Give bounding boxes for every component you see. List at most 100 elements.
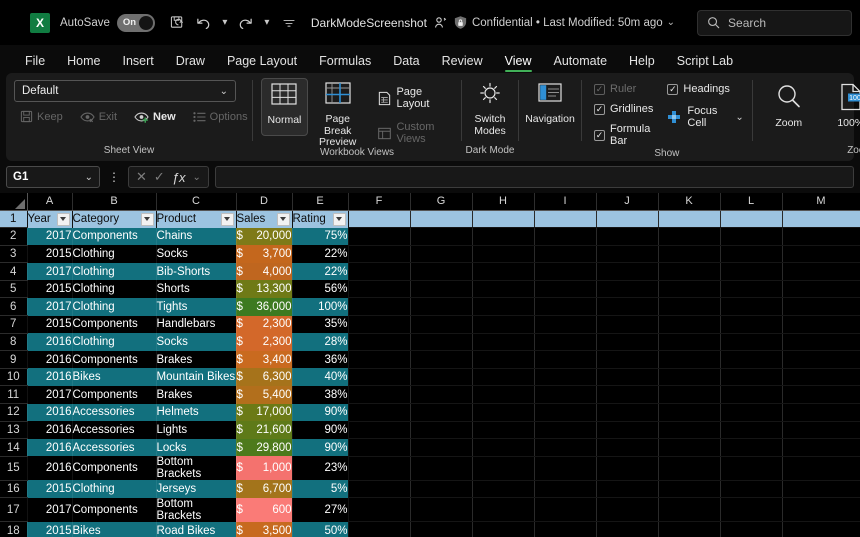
column-header-b[interactable]: B (72, 193, 157, 211)
cell-empty[interactable] (782, 315, 860, 334)
cell-empty[interactable] (472, 333, 535, 352)
cell-empty[interactable] (410, 497, 473, 523)
table-row[interactable]: 15 2016 Components Bottom Brackets $1,000 23% (0, 456, 860, 481)
customize-quick-access-icon[interactable] (281, 10, 297, 36)
cell-category[interactable]: Bikes (72, 521, 157, 537)
cell-sales[interactable]: $600 (236, 497, 293, 522)
cell-empty[interactable] (720, 280, 783, 299)
cell-empty[interactable] (348, 350, 411, 369)
keep-button[interactable]: Keep (16, 108, 67, 125)
cell-empty[interactable] (348, 521, 411, 537)
cell-empty[interactable] (348, 497, 411, 523)
cell-empty[interactable] (658, 245, 721, 264)
cell-empty[interactable] (596, 438, 659, 457)
cell-empty[interactable] (720, 403, 783, 422)
zoom-button[interactable]: Zoom (761, 80, 817, 138)
cell-empty[interactable] (348, 227, 411, 246)
cell-empty[interactable] (348, 368, 411, 387)
cell-sales[interactable]: $6,300 (236, 368, 293, 386)
cell-rating[interactable]: 22% (292, 245, 349, 263)
table-row[interactable]: 12 2016 Accessories Helmets $17,000 90% (0, 403, 860, 422)
cell-empty[interactable] (782, 480, 860, 499)
tab-draw[interactable]: Draw (165, 51, 216, 73)
cell-empty[interactable] (596, 297, 659, 317)
cell-empty[interactable] (658, 280, 721, 299)
cell-category[interactable]: Clothing (72, 262, 157, 281)
cell-category[interactable]: Components (72, 385, 157, 404)
cell-empty[interactable] (782, 421, 860, 440)
cell-empty[interactable] (534, 227, 597, 246)
table-row[interactable]: 13 2016 Accessories Lights $21,600 90% (0, 421, 860, 440)
cell-year[interactable]: 2016 (27, 456, 73, 481)
cell-rating[interactable]: 28% (292, 333, 349, 351)
document-title[interactable]: DarkModeScreenshot (311, 16, 427, 30)
tab-page-layout[interactable]: Page Layout (216, 51, 308, 73)
more-options-icon[interactable]: ⋮ (106, 170, 122, 184)
cell-year[interactable]: 2017 (27, 227, 73, 246)
cell-category[interactable]: Clothing (72, 280, 157, 298)
cell-empty[interactable] (534, 480, 597, 499)
undo-chevron-down-icon[interactable]: ▾ (217, 10, 233, 36)
cell-empty[interactable] (596, 262, 659, 281)
cell-empty[interactable] (658, 333, 721, 352)
cell-empty[interactable] (348, 403, 411, 422)
cell-empty[interactable] (472, 521, 535, 537)
cell-rating[interactable]: 56% (292, 280, 349, 298)
cell-year[interactable]: 2015 (27, 521, 73, 537)
row-header-7[interactable]: 7 (0, 315, 28, 334)
exit-button[interactable]: Exit (76, 109, 121, 125)
cell-i1[interactable] (534, 210, 597, 229)
cell-empty[interactable] (348, 262, 411, 281)
column-header-h[interactable]: H (472, 193, 535, 211)
cell-empty[interactable] (534, 438, 597, 457)
cell-empty[interactable] (472, 368, 535, 387)
new-sheet-view-button[interactable]: New (130, 109, 180, 125)
cell-empty[interactable] (472, 385, 535, 405)
cell-empty[interactable] (720, 297, 783, 317)
cell-year[interactable]: 2016 (27, 421, 73, 439)
cell-rating[interactable]: 90% (292, 421, 349, 439)
cell-empty[interactable] (410, 385, 473, 405)
table-row[interactable]: 4 2017 Clothing Bib-Shorts $4,000 22% (0, 262, 860, 281)
cell-product[interactable]: Bottom Brackets (156, 456, 237, 481)
column-header-l[interactable]: L (720, 193, 783, 211)
row-header-13[interactable]: 13 (0, 421, 28, 440)
filter-button-year[interactable] (56, 212, 70, 226)
cell-empty[interactable] (534, 368, 597, 387)
cell-empty[interactable] (348, 315, 411, 334)
cell-empty[interactable] (782, 280, 860, 299)
cell-empty[interactable] (782, 385, 860, 405)
cell-empty[interactable] (596, 368, 659, 387)
filter-button-sales[interactable] (276, 212, 290, 226)
table-header-year[interactable]: Year (27, 210, 73, 228)
checkbox-ruler[interactable]: ✓ Ruler (594, 82, 653, 96)
focus-cell-button[interactable]: Focus Cell ⌄ (667, 104, 744, 130)
row-header-8[interactable]: 8 (0, 333, 28, 352)
cell-sales[interactable]: $3,500 (236, 521, 293, 537)
cell-product[interactable]: Socks (156, 245, 237, 263)
cell-year[interactable]: 2015 (27, 280, 73, 298)
cell-sales[interactable]: $3,700 (236, 245, 293, 263)
cell-empty[interactable] (534, 497, 597, 523)
cell-empty[interactable] (658, 350, 721, 369)
shared-people-icon[interactable] (433, 10, 449, 36)
navigation-button[interactable]: Navigation (519, 78, 581, 138)
cell-empty[interactable] (348, 245, 411, 264)
cell-empty[interactable] (596, 227, 659, 246)
cell-empty[interactable] (658, 497, 721, 523)
cell-rating[interactable]: 75% (292, 227, 349, 246)
cell-empty[interactable] (596, 497, 659, 523)
cell-sales[interactable]: $2,300 (236, 315, 293, 334)
cell-empty[interactable] (782, 438, 860, 457)
cell-sales[interactable]: $1,000 (236, 456, 293, 481)
cell-l1[interactable] (720, 210, 783, 229)
cell-empty[interactable] (348, 480, 411, 499)
checkbox-headings[interactable]: ✓ Headings (667, 82, 743, 96)
cell-empty[interactable] (658, 262, 721, 281)
enter-formula-icon[interactable]: ✓ (154, 169, 165, 185)
row-header-5[interactable]: 5 (0, 280, 28, 299)
cell-empty[interactable] (348, 438, 411, 457)
row-header-9[interactable]: 9 (0, 350, 28, 369)
cell-rating[interactable]: 5% (292, 480, 349, 498)
focus-cell-chevron-down-icon[interactable]: ⌄ (735, 112, 743, 123)
